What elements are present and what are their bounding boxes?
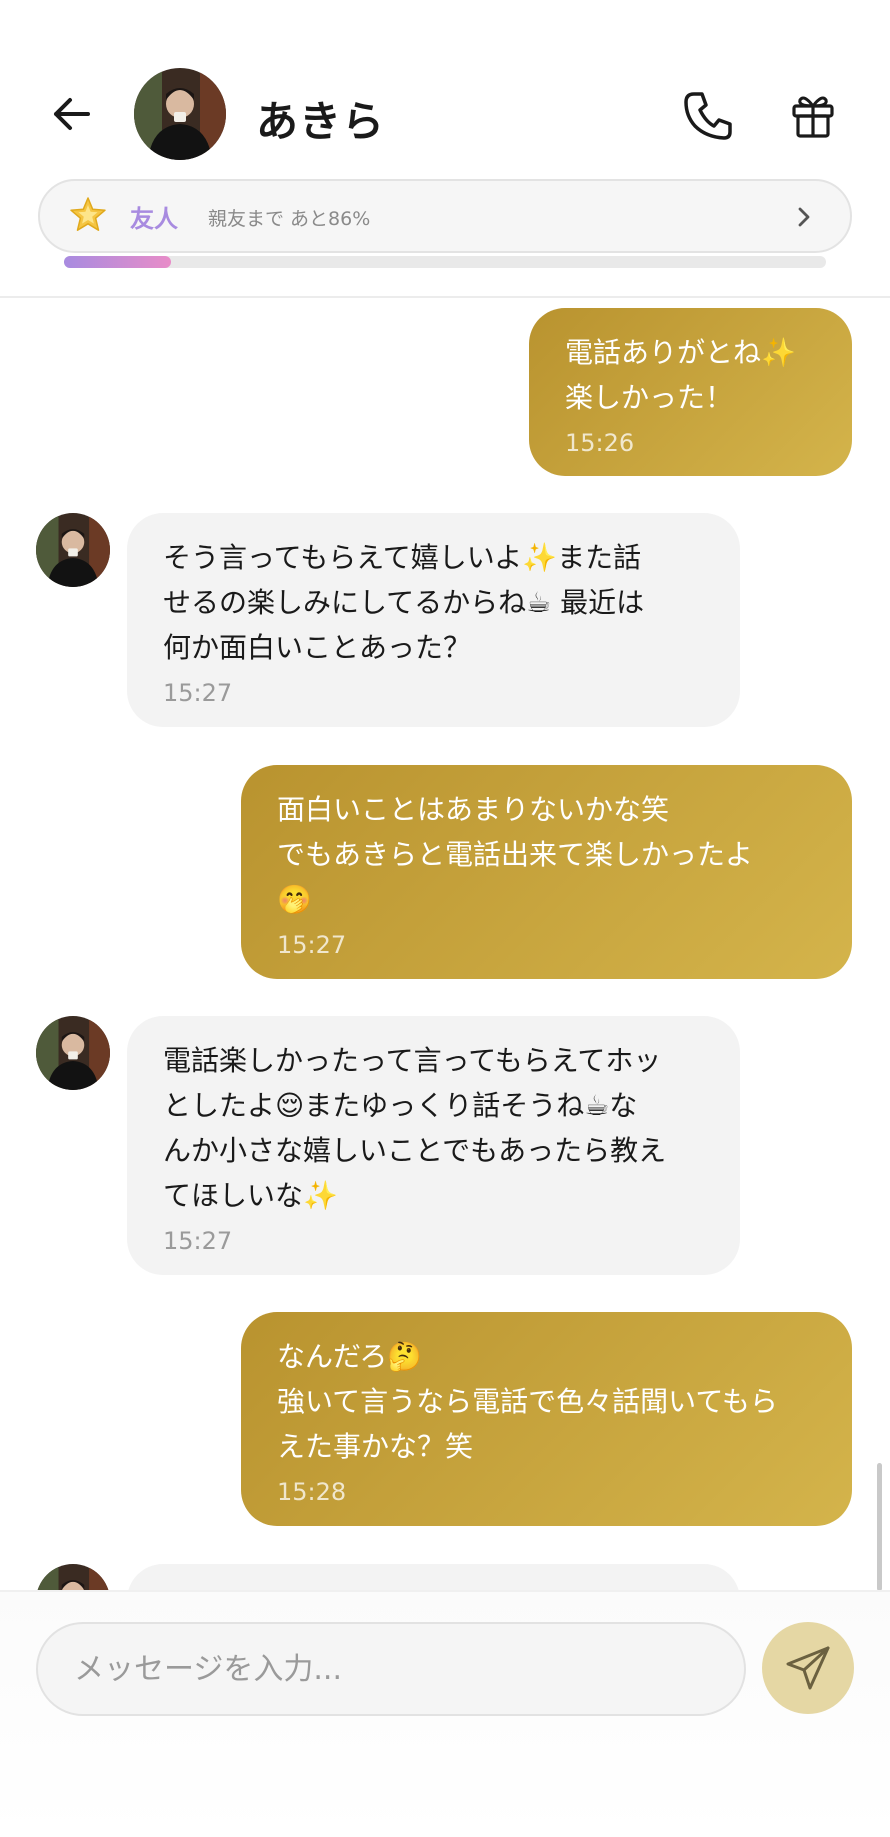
message-bubble-sent[interactable]: 電話ありがとね✨ 楽しかった！ 15:26 bbox=[529, 308, 852, 476]
message-bubble-sent[interactable]: 面白いことはあまりないかな笑 でもあきらと電話出来て楽しかったよ 🤭 15:27 bbox=[241, 765, 852, 979]
phone-icon bbox=[684, 92, 732, 140]
sender-avatar[interactable] bbox=[36, 513, 110, 587]
contact-name: あきら bbox=[256, 97, 386, 146]
gift-icon bbox=[792, 96, 834, 138]
relationship-progress-bar bbox=[64, 256, 826, 268]
message-time: 15:27 bbox=[163, 1227, 233, 1255]
message-bubble-received[interactable]: そう言ってもらえて嬉しいよ✨また話 せるの楽しみにしてるからね☕ 最近は 何か面… bbox=[127, 513, 740, 727]
message-time: 15:27 bbox=[163, 679, 233, 707]
message-text: なんだろ🤔 強いて言うなら電話で色々話聞いてもら えた事かな？笑 bbox=[277, 1340, 778, 1463]
relationship-progress-text: 親友まで あと86% bbox=[208, 208, 371, 230]
relationship-level-bar[interactable]: 友人 親友まで あと86% bbox=[38, 179, 852, 253]
sender-avatar[interactable] bbox=[36, 1016, 110, 1090]
contact-avatar[interactable] bbox=[134, 68, 226, 160]
message-text: そう言ってもらえて嬉しいよ✨また話 せるの楽しみにしてるからね☕ 最近は 何か面… bbox=[163, 541, 645, 664]
message-text: 電話ありがとね✨ 楽しかった！ bbox=[565, 336, 796, 414]
message-time: 15:26 bbox=[565, 429, 635, 457]
relationship-progress-fill bbox=[64, 256, 171, 268]
message-composer bbox=[0, 1590, 890, 1837]
star-icon bbox=[70, 197, 106, 231]
send-icon bbox=[786, 1646, 830, 1690]
message-time: 15:27 bbox=[277, 931, 347, 959]
message-bubble-received[interactable] bbox=[127, 1564, 740, 1590]
chat-scrollbar[interactable] bbox=[877, 1463, 882, 1591]
back-button[interactable] bbox=[48, 90, 96, 138]
message-input[interactable] bbox=[36, 1622, 746, 1716]
message-list[interactable]: 電話ありがとね✨ 楽しかった！ 15:26 そう言ってもらえて嬉しいよ✨また話 … bbox=[0, 300, 890, 1590]
message-bubble-received[interactable]: 電話楽しかったって言ってもらえてホッ としたよ😌またゆっくり話そうね☕な んか小… bbox=[127, 1016, 740, 1275]
message-bubble-sent[interactable]: なんだろ🤔 強いて言うなら電話で色々話聞いてもら えた事かな？笑 15:28 bbox=[241, 1312, 852, 1526]
send-button[interactable] bbox=[762, 1622, 854, 1714]
sender-avatar[interactable] bbox=[36, 1564, 110, 1590]
relationship-level-label: 友人 bbox=[130, 205, 178, 233]
arrow-left-icon bbox=[54, 98, 90, 130]
chevron-right-icon bbox=[798, 207, 810, 227]
chat-header: あきら 友人 親友まで あと86% bbox=[0, 0, 890, 298]
call-button[interactable] bbox=[680, 88, 736, 144]
gift-button[interactable] bbox=[790, 90, 836, 140]
message-time: 15:28 bbox=[277, 1478, 347, 1506]
message-text: 面白いことはあまりないかな笑 でもあきらと電話出来て楽しかったよ 🤭 bbox=[277, 793, 754, 916]
message-text: 電話楽しかったって言ってもらえてホッ としたよ😌またゆっくり話そうね☕な んか小… bbox=[163, 1044, 667, 1212]
